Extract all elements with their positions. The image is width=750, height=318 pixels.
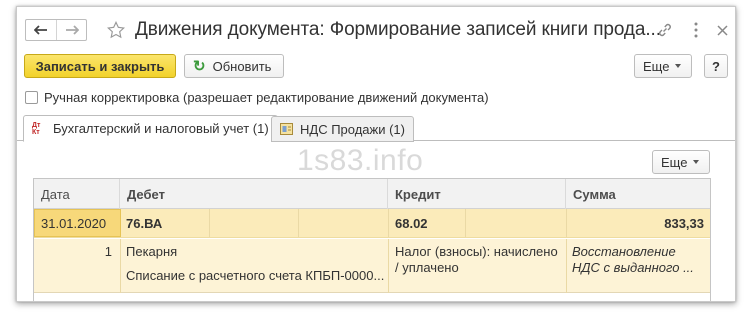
debit-subconto-1[interactable]: Пекарня bbox=[126, 241, 177, 261]
help-label: ? bbox=[712, 58, 720, 74]
table-more-button[interactable]: Еще bbox=[652, 150, 710, 174]
register-icon bbox=[280, 123, 293, 135]
column-amount[interactable]: Сумма bbox=[566, 179, 712, 209]
window-title: Движения документа: Формирование записей… bbox=[135, 19, 661, 40]
back-button[interactable] bbox=[26, 20, 56, 40]
chevron-down-icon bbox=[675, 64, 682, 68]
help-button[interactable]: ? bbox=[704, 54, 728, 78]
more-vertical-icon bbox=[694, 22, 698, 38]
column-date[interactable]: Дата bbox=[34, 179, 120, 209]
credit-subconto-2[interactable]: / уплачено bbox=[395, 257, 459, 277]
manual-correction-checkbox[interactable] bbox=[25, 91, 38, 104]
tab-vat-sales-label: НДС Продажи (1) bbox=[300, 121, 405, 137]
movements-table: Дата Дебет Кредит Сумма 31.01.2020 76.ВА… bbox=[33, 178, 711, 301]
table-row[interactable]: 31.01.2020 76.ВА 68.02 833,33 bbox=[34, 209, 710, 238]
link-icon bbox=[659, 23, 671, 37]
debit-account-cell[interactable]: 76.ВА bbox=[126, 209, 162, 237]
more-button[interactable]: Еще bbox=[634, 54, 692, 78]
refresh-button[interactable]: ↻ Обновить bbox=[184, 54, 284, 78]
arrow-right-icon bbox=[65, 25, 79, 35]
chevron-down-icon bbox=[693, 160, 700, 164]
tab-vat-sales[interactable]: НДС Продажи (1) bbox=[271, 116, 414, 142]
save-and-close-label: Записать и закрыть bbox=[35, 58, 165, 74]
tab-accounting[interactable]: Дт Кт Бухгалтерский и налоговый учет (1) bbox=[23, 115, 278, 142]
document-movements-window: Движения документа: Формирование записей… bbox=[16, 6, 736, 302]
window-menu-button[interactable] bbox=[687, 21, 705, 39]
close-button[interactable] bbox=[713, 21, 731, 39]
navigation-buttons bbox=[25, 19, 87, 41]
manual-correction-label[interactable]: Ручная корректировка (разрешает редактир… bbox=[44, 90, 489, 105]
watermark: 1s83.info bbox=[297, 144, 424, 177]
table-more-label: Еще bbox=[661, 154, 688, 170]
more-label: Еще bbox=[643, 58, 670, 74]
arrow-left-icon bbox=[34, 25, 47, 35]
credit-account-cell[interactable]: 68.02 bbox=[395, 209, 428, 237]
content-line-2[interactable]: НДС с выданного ... bbox=[572, 257, 694, 277]
forward-button[interactable] bbox=[56, 20, 86, 40]
tab-accounting-label: Бухгалтерский и налоговый учет (1) bbox=[53, 121, 269, 136]
manual-correction-row: Ручная корректировка (разрешает редактир… bbox=[25, 90, 489, 105]
column-credit[interactable]: Кредит bbox=[388, 179, 566, 209]
table-row-details[interactable]: 1 Пекарня Списание с расчетного счета КП… bbox=[34, 239, 710, 293]
save-and-close-button[interactable]: Записать и закрыть bbox=[24, 54, 176, 78]
row-number-cell: 1 bbox=[104, 243, 112, 259]
link-button[interactable] bbox=[656, 21, 674, 39]
close-icon bbox=[716, 24, 728, 36]
date-cell[interactable]: 31.01.2020 bbox=[34, 209, 121, 237]
favorite-button[interactable] bbox=[105, 19, 127, 41]
column-debit[interactable]: Дебет bbox=[120, 179, 388, 209]
refresh-label: Обновить bbox=[212, 58, 272, 74]
star-icon bbox=[107, 21, 125, 39]
dt-kt-icon: Дт Кт bbox=[32, 121, 41, 136]
table-header: Дата Дебет Кредит Сумма bbox=[34, 179, 710, 209]
amount-cell[interactable]: 833,33 bbox=[566, 209, 704, 237]
title-bar: Движения документа: Формирование записей… bbox=[17, 7, 735, 47]
debit-subconto-2[interactable]: Списание с расчетного счета КПБП-0000... bbox=[126, 263, 384, 287]
tab-bar: Дт Кт Бухгалтерский и налоговый учет (1) … bbox=[17, 113, 735, 142]
refresh-icon: ↻ bbox=[193, 58, 206, 75]
